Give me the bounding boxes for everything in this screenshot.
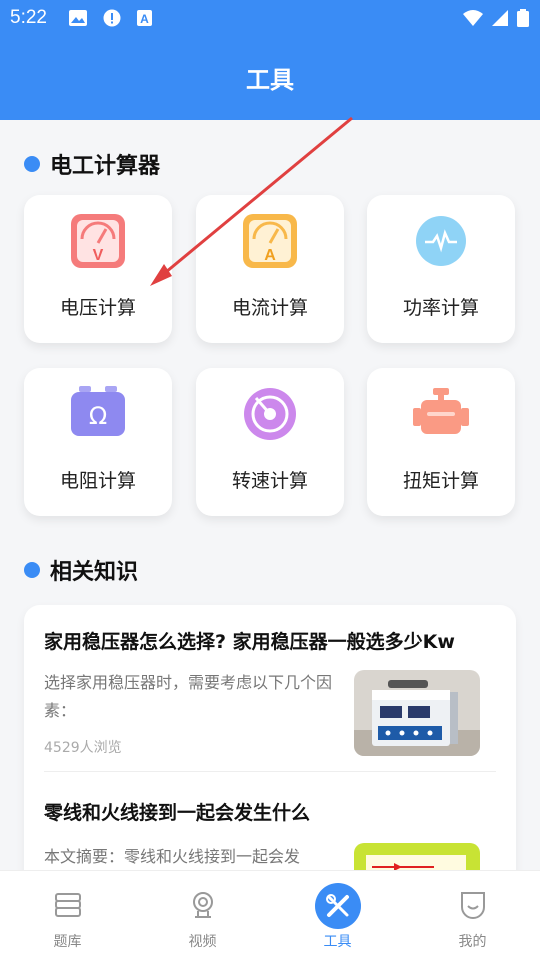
resistance-calc-card[interactable]: Ω 电阻计算	[24, 368, 172, 516]
article-summary: 本文摘要：零线和火线接到一起会发	[44, 847, 301, 866]
nav-label: 工具	[323, 934, 352, 950]
current-calc-card[interactable]: A 电流计算	[196, 195, 344, 343]
calc-label: 电阻计算	[59, 470, 136, 492]
article-views: 4529人浏览	[44, 740, 122, 756]
article-title[interactable]: 零线和火线接到一起会发生什么	[44, 798, 310, 825]
calc-label: 扭矩计算	[402, 470, 479, 492]
app-header: 5:22 A 工具	[0, 0, 540, 120]
article-thumbnail[interactable]	[354, 670, 480, 756]
nav-label: 题库	[53, 934, 82, 950]
status-time: 5:22	[10, 7, 47, 28]
calc-label: 电流计算	[231, 297, 308, 319]
power-calc-card[interactable]: 功率计算	[367, 195, 515, 343]
speed-calc-card[interactable]: 转速计算	[196, 368, 344, 516]
section-title-text: 相关知识	[50, 560, 139, 585]
profile-icon	[461, 892, 485, 919]
ammeter-icon: A	[243, 214, 297, 268]
article-summary: 选择家用稳压器时，需要考虑以下几个因素：	[44, 673, 333, 720]
article-list: 家用稳压器怎么选择? 家用稳压器一般选多少Kw 选择家用稳压器时，需要考虑以下几…	[24, 605, 516, 905]
calc-label: 电压计算	[59, 297, 136, 319]
article-divider	[44, 771, 496, 772]
calculators-section-title: 电工计算器	[24, 148, 160, 180]
motor-icon	[413, 388, 469, 434]
nav-label: 我的	[458, 934, 487, 950]
page-title: 工具	[246, 66, 294, 94]
alert-icon	[103, 9, 121, 27]
wifi-icon	[463, 10, 483, 26]
svg-text:A: A	[140, 12, 149, 26]
section-dot	[24, 156, 40, 172]
signal-icon	[492, 10, 508, 26]
svg-text:A: A	[264, 247, 276, 264]
svg-text:Ω: Ω	[89, 402, 107, 430]
torque-calc-card[interactable]: 扭矩计算	[367, 368, 515, 516]
svg-text:V: V	[93, 247, 104, 264]
nav-video[interactable]: 视频	[135, 871, 270, 960]
calc-label: 功率计算	[402, 297, 479, 319]
bottom-nav: 题库 视频 工具 我的	[0, 870, 540, 960]
speed-icon	[244, 388, 296, 440]
resistor-icon: Ω	[71, 386, 125, 436]
image-icon	[69, 10, 87, 26]
article-title[interactable]: 家用稳压器怎么选择? 家用稳压器一般选多少Kw	[44, 627, 455, 654]
question-bank-icon	[55, 893, 81, 917]
nav-profile[interactable]: 我的	[405, 871, 540, 960]
nav-tools[interactable]: 工具	[270, 871, 405, 960]
a-icon: A	[137, 10, 152, 26]
status-bar: 5:22 A	[0, 0, 540, 36]
nav-label: 视频	[188, 934, 217, 950]
voltmeter-icon: V	[71, 214, 125, 268]
voltage-calc-card[interactable]: V 电压计算	[24, 195, 172, 343]
section-dot	[24, 562, 40, 578]
section-title-text: 电工计算器	[50, 154, 161, 179]
battery-icon	[517, 9, 529, 27]
calc-label: 转速计算	[231, 470, 308, 492]
knowledge-section-title: 相关知识	[24, 554, 138, 586]
nav-question-bank[interactable]: 题库	[0, 871, 135, 960]
video-icon	[193, 892, 213, 918]
power-icon	[416, 216, 466, 266]
tools-icon	[326, 894, 349, 917]
